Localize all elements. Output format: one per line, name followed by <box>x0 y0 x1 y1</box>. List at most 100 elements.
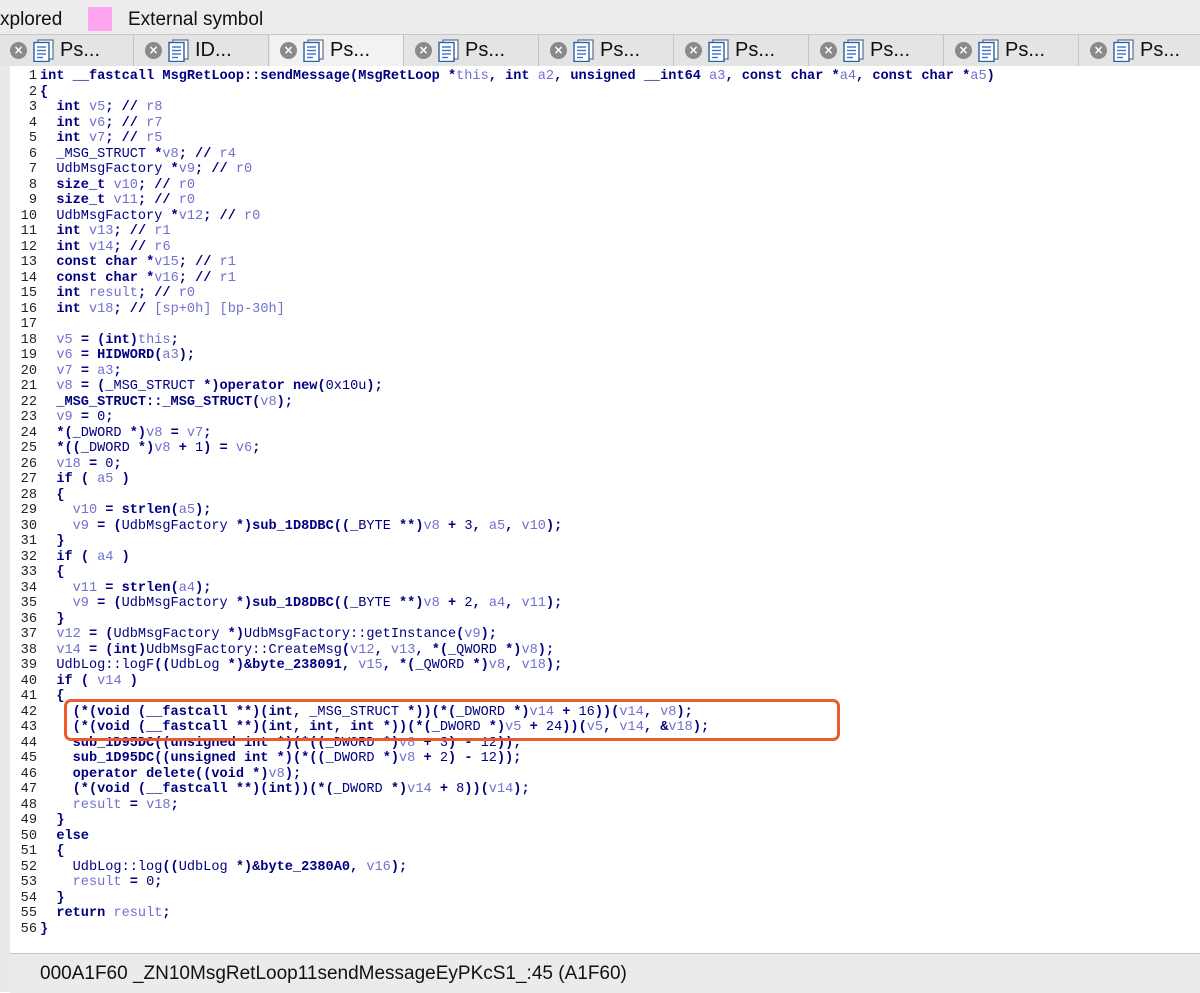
line-number: 45 <box>20 751 37 766</box>
status-address-text: 000A1F60 _ZN10MsgRetLoop11sendMessageEyP… <box>40 963 627 984</box>
line-number: 32 <box>20 549 37 565</box>
close-icon[interactable]: × <box>820 42 837 59</box>
code-line[interactable]: { <box>40 844 64 860</box>
code-line[interactable]: { <box>40 85 48 101</box>
tab-1[interactable]: × Ps... <box>0 35 134 66</box>
code-line[interactable]: UdbLog::log((UdbLog *)&byte_2380A0, v16)… <box>40 860 408 876</box>
code-line[interactable]: size_t v11; // r0 <box>40 193 195 209</box>
code-line[interactable]: if ( v14 ) <box>40 674 138 690</box>
line-number: 49 <box>20 813 37 828</box>
highlight-box <box>64 698 840 741</box>
code-line[interactable]: else <box>40 829 89 845</box>
code-line[interactable]: v10 = strlen(a5); <box>40 503 212 519</box>
code-line[interactable]: v9 = (UdbMsgFactory *)sub_1D8DBC((_BYTE … <box>40 596 563 612</box>
close-icon[interactable]: × <box>685 42 702 59</box>
code-line[interactable]: result = v18; <box>40 798 179 814</box>
tab-5[interactable]: × Ps... <box>540 35 674 66</box>
code-line[interactable]: operator delete((void *)v8); <box>40 767 302 783</box>
code-line[interactable]: { <box>40 565 64 581</box>
tab-8[interactable]: × Ps... <box>945 35 1079 66</box>
code-line[interactable]: UdbMsgFactory *v12; // r0 <box>40 209 260 225</box>
code-line[interactable]: int v13; // r1 <box>40 224 170 240</box>
close-icon[interactable]: × <box>145 42 162 59</box>
tab-9[interactable]: × Ps... <box>1080 35 1200 66</box>
code-line[interactable]: *(_DWORD *)v8 = v7; <box>40 426 211 442</box>
code-line[interactable]: const char *v16; // r1 <box>40 271 236 287</box>
line-number: 15 <box>20 286 37 301</box>
code-line[interactable]: int v14; // r6 <box>40 240 170 256</box>
line-number: 13 <box>20 255 37 270</box>
line-number: 27 <box>20 472 37 487</box>
code-line[interactable]: if ( a4 ) <box>40 550 129 566</box>
tab-6[interactable]: × Ps... <box>675 35 809 66</box>
close-icon[interactable]: × <box>10 42 27 59</box>
code-line[interactable]: } <box>40 922 48 938</box>
code-line[interactable]: { <box>40 488 64 504</box>
code-line[interactable]: int v7; // r5 <box>40 131 162 147</box>
code-line[interactable]: size_t v10; // r0 <box>40 178 195 194</box>
code-line[interactable]: (*(void (__fastcall **)(int))(*(_DWORD *… <box>40 782 530 798</box>
code-line[interactable]: v11 = strlen(a4); <box>40 581 212 597</box>
line-number: 40 <box>20 673 37 689</box>
tab-label: Ps... <box>870 39 911 61</box>
code-line[interactable]: v12 = (UdbMsgFactory *)UdbMsgFactory::ge… <box>40 627 497 643</box>
close-icon[interactable]: × <box>955 42 972 59</box>
code-line[interactable]: _MSG_STRUCT::_MSG_STRUCT(v8); <box>40 395 293 411</box>
code-line[interactable]: int v6; // r7 <box>40 116 162 132</box>
code-line[interactable]: return result; <box>40 906 170 922</box>
close-icon[interactable]: × <box>415 42 432 59</box>
pseudocode-view[interactable]: 1 int __fastcall MsgRetLoop::sendMessage(… <box>10 66 1200 953</box>
code-line[interactable]: int v18; // [sp+0h] [bp-30h] <box>40 302 284 318</box>
code-line[interactable]: } <box>40 813 64 829</box>
code-line[interactable]: v18 = 0; <box>40 457 121 473</box>
code-line[interactable]: if ( a5 ) <box>40 472 129 488</box>
line-number: 22 <box>20 394 37 410</box>
line-number: 54 <box>20 890 37 906</box>
code-line[interactable]: v7 = a3; <box>40 364 121 380</box>
legend-explored-label: xplored <box>0 9 63 30</box>
code-line[interactable]: int result; // r0 <box>40 286 195 302</box>
code-line[interactable]: { <box>40 689 64 705</box>
close-icon[interactable]: × <box>550 42 567 59</box>
tab-label: Ps... <box>600 39 641 61</box>
code-line[interactable]: UdbMsgFactory *v9; // r0 <box>40 162 252 178</box>
tab-label: ID... <box>195 39 232 61</box>
line-number: 24 <box>20 425 37 441</box>
code-line[interactable]: } <box>40 534 64 550</box>
tab-4[interactable]: × Ps... <box>405 35 539 66</box>
close-icon[interactable]: × <box>1090 42 1107 59</box>
code-line[interactable]: sub_1D95DC((unsigned int *)(*((_DWORD *)… <box>40 751 522 767</box>
code-line[interactable]: int __fastcall MsgRetLoop::sendMessage(M… <box>40 69 995 85</box>
code-line[interactable]: result = 0; <box>40 875 163 891</box>
code-line[interactable]: v6 = HIDWORD(a3); <box>40 348 195 364</box>
code-line[interactable]: const char *v15; // r1 <box>40 255 236 271</box>
status-bar: 000A1F60 _ZN10MsgRetLoop11sendMessageEyP… <box>10 953 1200 993</box>
line-number: 26 <box>20 456 37 472</box>
line-number: 6 <box>28 146 37 162</box>
code-line[interactable]: v8 = (_MSG_STRUCT *)operator new(0x10u); <box>40 379 382 395</box>
pseudocode-doc-icon <box>978 39 999 63</box>
code-line[interactable]: v9 = (UdbMsgFactory *)sub_1D8DBC((_BYTE … <box>40 519 563 535</box>
pseudocode-doc-icon <box>303 39 324 63</box>
code-line[interactable]: v14 = (int)UdbMsgFactory::CreateMsg(v12,… <box>40 643 554 659</box>
line-number: 12 <box>20 239 37 255</box>
tab-3[interactable]: × Ps... <box>270 35 404 66</box>
code-line[interactable]: _MSG_STRUCT *v8; // r4 <box>40 147 236 163</box>
code-line[interactable]: v5 = (int)this; <box>40 333 178 349</box>
code-line[interactable]: } <box>40 612 64 628</box>
left-rail <box>0 66 10 992</box>
code-line[interactable]: v9 = 0; <box>40 410 113 426</box>
close-icon[interactable]: × <box>280 42 297 59</box>
pseudocode-doc-icon <box>33 39 54 63</box>
line-number: 2 <box>28 84 37 100</box>
pseudocode-doc-icon <box>438 39 459 63</box>
tab-7[interactable]: × Ps... <box>810 35 944 66</box>
code-line[interactable]: *((_DWORD *)v8 + 1) = v6; <box>40 441 260 457</box>
line-number: 5 <box>28 131 37 146</box>
tab-2[interactable]: × ID... <box>135 35 269 66</box>
line-number: 33 <box>20 565 37 580</box>
code-line[interactable]: } <box>40 891 64 907</box>
line-number: 28 <box>20 487 37 503</box>
code-line[interactable]: UdbLog::logF((UdbLog *)&byte_238091, v15… <box>40 658 562 674</box>
code-line[interactable]: int v5; // r8 <box>40 100 162 116</box>
